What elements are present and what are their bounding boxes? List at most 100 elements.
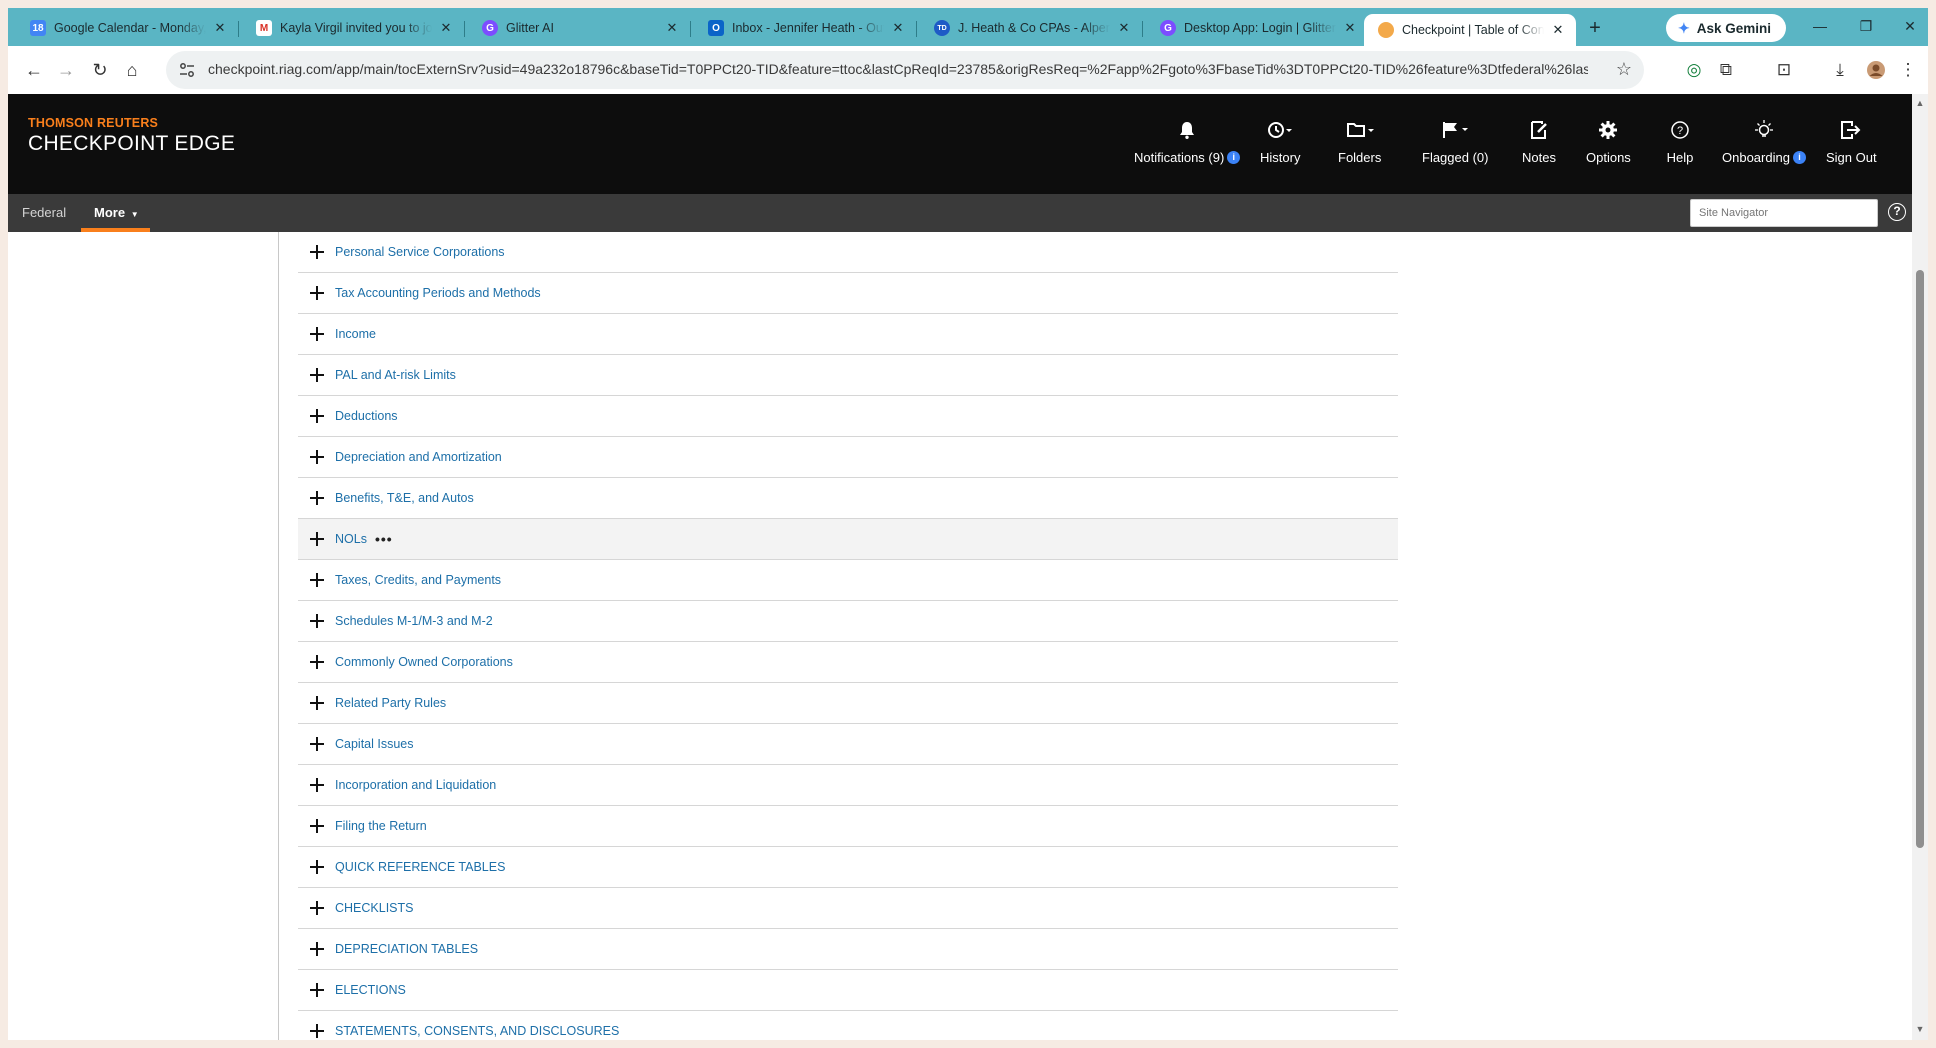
toc-link[interactable]: Related Party Rules — [335, 696, 446, 710]
toc-link[interactable]: Tax Accounting Periods and Methods — [335, 286, 541, 300]
brand-checkpoint-edge[interactable]: CHECKPOINT EDGE — [28, 132, 235, 156]
tab-glitter-ai[interactable]: G Glitter AI ✕ — [468, 14, 691, 42]
notifications-button[interactable]: Notifications (9) i — [1134, 118, 1241, 168]
expand-plus-icon[interactable] — [310, 450, 324, 464]
toc-row[interactable]: Benefits, T&E, and Autos — [298, 478, 1398, 519]
close-icon[interactable]: ✕ — [438, 20, 454, 36]
tab-outlook[interactable]: O Inbox - Jennifer Heath - Outlook ✕ — [694, 14, 917, 42]
extensions-icon[interactable]: ⧉ — [1714, 58, 1738, 82]
toc-row[interactable]: ELECTIONS — [298, 970, 1398, 1011]
toc-link[interactable]: QUICK REFERENCE TABLES — [335, 860, 505, 874]
sign-out-button[interactable]: Sign Out — [1826, 118, 1877, 168]
toc-row-hovered[interactable]: NOLs ••• — [298, 519, 1398, 560]
toc-row[interactable]: Tax Accounting Periods and Methods — [298, 273, 1398, 314]
toc-link[interactable]: NOLs — [335, 532, 367, 546]
expand-plus-icon[interactable] — [310, 614, 324, 628]
site-navigator-input[interactable] — [1690, 199, 1878, 227]
toc-link[interactable]: PAL and At-risk Limits — [335, 368, 456, 382]
toc-link[interactable]: Filing the Return — [335, 819, 427, 833]
new-tab-button[interactable]: + — [1584, 18, 1606, 40]
options-button[interactable]: Options — [1586, 118, 1631, 168]
toc-link[interactable]: Incorporation and Liquidation — [335, 778, 496, 792]
tab-gmail[interactable]: M Kayla Virgil invited you to join ✕ — [242, 14, 465, 42]
toc-row[interactable]: Schedules M-1/M-3 and M-2 — [298, 601, 1398, 642]
site-info-icon[interactable] — [178, 61, 196, 79]
expand-plus-icon[interactable] — [310, 901, 324, 915]
scrollbar-thumb[interactable] — [1916, 270, 1924, 848]
toc-row[interactable]: PAL and At-risk Limits — [298, 355, 1398, 396]
scroll-up-arrow-icon[interactable]: ▲ — [1915, 98, 1925, 108]
toc-row[interactable]: Income — [298, 314, 1398, 355]
history-button[interactable]: History — [1260, 118, 1300, 168]
expand-plus-icon[interactable] — [310, 1024, 324, 1038]
window-close-icon[interactable]: ✕ — [1898, 18, 1922, 38]
grammarly-icon[interactable]: ◎ — [1682, 58, 1706, 82]
expand-plus-icon[interactable] — [310, 409, 324, 423]
toc-row[interactable]: CHECKLISTS — [298, 888, 1398, 929]
tab-heath-cpas[interactable]: TD J. Heath & Co CPAs - Alpering ✕ — [920, 14, 1143, 42]
close-icon[interactable]: ✕ — [664, 20, 680, 36]
vertical-scrollbar[interactable]: ▲ ▼ — [1912, 94, 1928, 1040]
scroll-down-arrow-icon[interactable]: ▼ — [1915, 1024, 1925, 1034]
notes-button[interactable]: Notes — [1519, 118, 1559, 168]
expand-plus-icon[interactable] — [310, 860, 324, 874]
expand-plus-icon[interactable] — [310, 696, 324, 710]
reload-icon[interactable]: ↻ — [88, 58, 112, 82]
expand-plus-icon[interactable] — [310, 532, 324, 546]
flagged-button[interactable]: Flagged (0) — [1422, 118, 1488, 168]
close-icon[interactable]: ✕ — [1550, 22, 1566, 38]
toc-link[interactable]: Schedules M-1/M-3 and M-2 — [335, 614, 493, 628]
expand-plus-icon[interactable] — [310, 983, 324, 997]
close-icon[interactable]: ✕ — [212, 20, 228, 36]
restore-icon[interactable]: ❐ — [1854, 18, 1878, 38]
tab-glitter-login[interactable]: G Desktop App: Login | Glitter AI ✕ — [1146, 14, 1368, 42]
toc-row[interactable]: Deductions — [298, 396, 1398, 437]
toc-row[interactable]: Capital Issues — [298, 724, 1398, 765]
expand-plus-icon[interactable] — [310, 778, 324, 792]
help-button[interactable]: ? Help — [1660, 118, 1700, 168]
expand-plus-icon[interactable] — [310, 286, 324, 300]
toc-link[interactable]: CHECKLISTS — [335, 901, 414, 915]
more-options-icon[interactable]: ••• — [375, 531, 393, 547]
toc-link[interactable]: ELECTIONS — [335, 983, 406, 997]
expand-plus-icon[interactable] — [310, 737, 324, 751]
subnav-more[interactable]: More ▼ — [94, 194, 139, 232]
expand-plus-icon[interactable] — [310, 573, 324, 587]
toc-link[interactable]: Benefits, T&E, and Autos — [335, 491, 474, 505]
tab-checkpoint[interactable]: Checkpoint | Table of Contents ✕ — [1364, 14, 1576, 46]
browser-menu-icon[interactable]: ⋮ — [1896, 58, 1920, 82]
toc-row[interactable]: Incorporation and Liquidation — [298, 765, 1398, 806]
help-circle-icon[interactable]: ? — [1888, 203, 1906, 221]
folders-button[interactable]: Folders — [1338, 118, 1381, 168]
expand-plus-icon[interactable] — [310, 655, 324, 669]
toc-row[interactable]: Commonly Owned Corporations — [298, 642, 1398, 683]
toc-link[interactable]: Commonly Owned Corporations — [335, 655, 513, 669]
toc-link[interactable]: Personal Service Corporations — [335, 245, 505, 259]
profile-avatar[interactable] — [1864, 58, 1888, 82]
toc-row[interactable]: Taxes, Credits, and Payments — [298, 560, 1398, 601]
toc-link[interactable]: Taxes, Credits, and Payments — [335, 573, 501, 587]
expand-plus-icon[interactable] — [310, 491, 324, 505]
subnav-federal[interactable]: Federal — [22, 194, 66, 232]
close-icon[interactable]: ✕ — [1342, 20, 1358, 36]
onboarding-button[interactable]: Onboarding i — [1722, 118, 1806, 168]
close-icon[interactable]: ✕ — [1116, 20, 1132, 36]
toc-row[interactable]: DEPRECIATION TABLES — [298, 929, 1398, 970]
close-icon[interactable]: ✕ — [890, 20, 906, 36]
toc-link[interactable]: Capital Issues — [335, 737, 414, 751]
address-bar[interactable]: checkpoint.riag.com/app/main/tocExternSr… — [166, 51, 1644, 89]
toc-row[interactable]: QUICK REFERENCE TABLES — [298, 847, 1398, 888]
toc-link[interactable]: Deductions — [335, 409, 398, 423]
tab-google-calendar[interactable]: 18 Google Calendar - Monday, ... ✕ — [16, 14, 239, 42]
expand-plus-icon[interactable] — [310, 942, 324, 956]
toc-row[interactable]: Filing the Return — [298, 806, 1398, 847]
toc-link[interactable]: DEPRECIATION TABLES — [335, 942, 478, 956]
expand-plus-icon[interactable] — [310, 245, 324, 259]
expand-plus-icon[interactable] — [310, 819, 324, 833]
expand-plus-icon[interactable] — [310, 368, 324, 382]
home-icon[interactable]: ⌂ — [120, 58, 144, 82]
toc-row[interactable]: Personal Service Corporations — [298, 232, 1398, 273]
download-icon[interactable]: ⤓ — [1828, 58, 1852, 82]
toc-row[interactable]: Related Party Rules — [298, 683, 1398, 724]
ask-gemini-button[interactable]: ✦ Ask Gemini — [1666, 14, 1786, 42]
